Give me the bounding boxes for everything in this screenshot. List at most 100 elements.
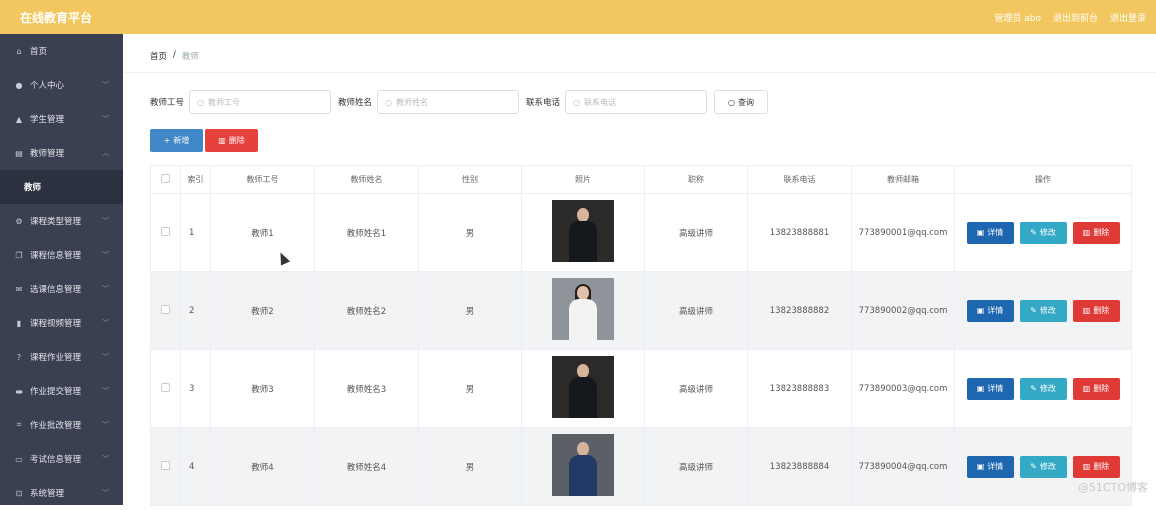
sidebar-item-course-info[interactable]: ❐课程信息管理﹀ <box>0 238 123 272</box>
main-content: 首页 / 教师 教师工号 ○教师工号 教师姓名 ○教师姓名 联系电话 ○联系电话… <box>123 34 1156 505</box>
row-title: 高级讲师 <box>645 272 748 350</box>
row-teacher-id: 教师4 <box>211 428 315 506</box>
header-teacher-id: 教师工号 <box>211 166 315 194</box>
delete-button[interactable]: ▥删除 <box>1073 456 1120 478</box>
sidebar-item-grading[interactable]: ⌗作业批改管理﹀ <box>0 408 123 442</box>
row-checkbox[interactable] <box>161 227 170 236</box>
detail-icon: ▣ <box>977 384 985 393</box>
header-title: 职称 <box>645 166 748 194</box>
chevron-down-icon: ﹀ <box>102 114 109 124</box>
row-checkbox[interactable] <box>161 383 170 392</box>
top-navbar: 在线教育平台 管理员 abo 退出到前台 退出登录 <box>0 0 1156 34</box>
header-gender: 性别 <box>419 166 522 194</box>
detail-button[interactable]: ▣详情 <box>967 378 1014 400</box>
search-icon: ○ <box>728 98 735 107</box>
sidebar-subitem-teacher[interactable]: 教师 <box>0 170 123 204</box>
edit-icon: ✎ <box>1030 384 1037 393</box>
detail-button[interactable]: ▣详情 <box>967 456 1014 478</box>
row-phone: 13823888881 <box>748 194 852 272</box>
sidebar-item-exams[interactable]: ▭考试信息管理﹀ <box>0 442 123 476</box>
header-photo: 照片 <box>522 166 645 194</box>
home-icon: ⌂ <box>14 46 24 56</box>
row-checkbox[interactable] <box>161 461 170 470</box>
row-title: 高级讲师 <box>645 194 748 272</box>
sidebar-item-teachers[interactable]: ▤教师管理︿ <box>0 136 123 170</box>
row-photo-cell <box>522 272 645 350</box>
header-index: 索引 <box>181 166 211 194</box>
sidebar-item-homework[interactable]: ?课程作业管理﹀ <box>0 340 123 374</box>
teacher-photo <box>552 200 614 262</box>
edit-button[interactable]: ✎修改 <box>1020 456 1067 478</box>
detail-icon: ▣ <box>977 462 985 471</box>
row-title: 高级讲师 <box>645 428 748 506</box>
row-title: 高级讲师 <box>645 350 748 428</box>
add-button[interactable]: +新增 <box>150 129 203 152</box>
teacher-id-input[interactable]: ○教师工号 <box>189 90 331 114</box>
row-email: 773890003@qq.com <box>852 350 955 428</box>
edit-button[interactable]: ✎修改 <box>1020 222 1067 244</box>
row-gender: 男 <box>419 194 522 272</box>
divider <box>123 72 1156 73</box>
edit-button[interactable]: ✎修改 <box>1020 378 1067 400</box>
bulk-delete-button[interactable]: ▥删除 <box>205 129 258 152</box>
chevron-down-icon: ﹀ <box>102 216 109 226</box>
detail-button[interactable]: ▣详情 <box>967 300 1014 322</box>
row-select-cell <box>151 428 181 506</box>
edit-icon: ✎ <box>1030 462 1037 471</box>
logout-link[interactable]: 退出登录 <box>1110 11 1146 24</box>
row-phone: 13823888884 <box>748 428 852 506</box>
teacher-id-label: 教师工号 <box>150 96 184 108</box>
row-teacher-id: 教师3 <box>211 350 315 428</box>
crop-icon: ⌗ <box>14 420 24 430</box>
sidebar-item-submissions[interactable]: ▬作业提交管理﹀ <box>0 374 123 408</box>
header-links: 管理员 abo 退出到前台 退出登录 <box>994 11 1146 24</box>
row-phone: 13823888882 <box>748 272 852 350</box>
row-index: 3 <box>181 350 211 428</box>
back-to-front-link[interactable]: 退出到前台 <box>1053 11 1098 24</box>
toolbar: +新增 ▥删除 <box>150 129 258 152</box>
delete-button[interactable]: ▥删除 <box>1073 222 1120 244</box>
chevron-up-icon: ︿ <box>102 148 109 158</box>
row-teacher-name: 教师姓名1 <box>315 194 419 272</box>
phone-input[interactable]: ○联系电话 <box>565 90 707 114</box>
search-icon: ○ <box>197 98 204 107</box>
sidebar-item-personal[interactable]: ●个人中心﹀ <box>0 68 123 102</box>
detail-icon: ▣ <box>977 306 985 315</box>
header-teacher-name: 教师姓名 <box>315 166 419 194</box>
chevron-down-icon: ﹀ <box>102 80 109 90</box>
sidebar-item-enrollment[interactable]: ✉选课信息管理﹀ <box>0 272 123 306</box>
admin-name: 管理员 abo <box>994 11 1041 24</box>
trash-icon: ▥ <box>1083 462 1091 471</box>
header-email: 教师邮箱 <box>852 166 955 194</box>
student-icon: ▲ <box>14 114 24 124</box>
query-button[interactable]: ○查询 <box>714 90 768 114</box>
chevron-down-icon: ﹀ <box>102 420 109 430</box>
watermark: @51CTO博客 <box>1078 479 1148 495</box>
teacher-name-label: 教师姓名 <box>338 96 372 108</box>
sidebar-item-home[interactable]: ⌂首页 <box>0 34 123 68</box>
edit-button[interactable]: ✎修改 <box>1020 300 1067 322</box>
row-index: 2 <box>181 272 211 350</box>
row-photo-cell <box>522 350 645 428</box>
sidebar-item-videos[interactable]: ▮课程视频管理﹀ <box>0 306 123 340</box>
delete-button[interactable]: ▥删除 <box>1073 300 1120 322</box>
row-index: 1 <box>181 194 211 272</box>
delete-button[interactable]: ▥删除 <box>1073 378 1120 400</box>
teacher-photo <box>552 434 614 496</box>
breadcrumb-home[interactable]: 首页 <box>150 50 167 62</box>
detail-button[interactable]: ▣详情 <box>967 222 1014 244</box>
chevron-down-icon: ﹀ <box>102 250 109 260</box>
card-icon: ▭ <box>14 454 24 464</box>
row-photo-cell <box>522 194 645 272</box>
table-row: 3 教师3 教师姓名3 男 高级讲师 13823888883 773890003… <box>151 350 1132 428</box>
chevron-down-icon: ﹀ <box>102 284 109 294</box>
teacher-name-input[interactable]: ○教师姓名 <box>377 90 519 114</box>
detail-icon: ▣ <box>977 228 985 237</box>
header-actions: 操作 <box>955 166 1132 194</box>
sidebar-item-course-types[interactable]: ⚙课程类型管理﹀ <box>0 204 123 238</box>
row-index: 4 <box>181 428 211 506</box>
select-all-checkbox[interactable] <box>161 174 170 183</box>
row-teacher-id: 教师1 <box>211 194 315 272</box>
row-checkbox[interactable] <box>161 305 170 314</box>
sidebar-item-students[interactable]: ▲学生管理﹀ <box>0 102 123 136</box>
